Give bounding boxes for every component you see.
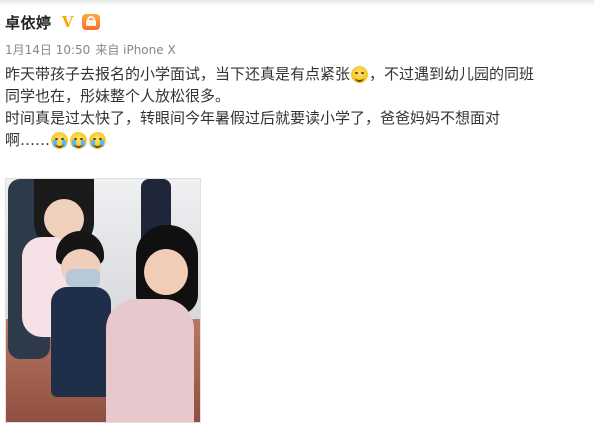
post-header: 卓依婷 V — [5, 9, 100, 35]
laugh-emoji-icon — [351, 65, 369, 83]
photo-girl-body — [106, 299, 194, 422]
photo-boy-body — [51, 287, 111, 397]
post-timestamp[interactable]: 1月14日 10:50 — [5, 41, 90, 58]
cry-emoji-icon — [89, 131, 107, 149]
post-line-2-a: 同学也在，彤妹整个人放松很多。 — [5, 87, 231, 105]
post-meta: 1月14日 10:50 来自 iPhone X — [5, 41, 176, 58]
post-line-3: 时间真是过太快了，转眼间今年暑假过后就要读小学了，爸爸妈妈不想面对 — [5, 107, 590, 129]
post-line-1-a: 昨天带孩子去报名的小学面试，当下还真是有点紧张 — [5, 65, 351, 83]
top-shadow — [0, 0, 594, 6]
post-line-1-b: ，不过遇到幼儿园的同班 — [369, 65, 535, 83]
post-photo[interactable] — [5, 178, 201, 423]
photo-boy-mask — [66, 269, 100, 287]
photo-girl-face — [144, 249, 188, 295]
verified-badge-icon: V — [61, 13, 74, 31]
author-name[interactable]: 卓依婷 — [5, 12, 52, 33]
post-line-4-a: 啊…… — [5, 131, 51, 149]
post-line-2: 同学也在，彤妹整个人放松很多。 — [5, 85, 590, 107]
post-line-4: 啊…… — [5, 129, 590, 151]
post-line-1: 昨天带孩子去报名的小学面试，当下还真是有点紧张 ，不过遇到幼儿园的同班 — [5, 63, 590, 85]
crown-level-icon[interactable] — [81, 14, 100, 30]
cry-emoji-icon — [51, 131, 69, 149]
post-body: 昨天带孩子去报名的小学面试，当下还真是有点紧张 ，不过遇到幼儿园的同班 同学也在… — [5, 63, 590, 151]
cry-emoji-icon — [70, 131, 88, 149]
post-source: 来自 iPhone X — [95, 43, 176, 57]
post-line-3-a: 时间真是过太快了，转眼间今年暑假过后就要读小学了，爸爸妈妈不想面对 — [5, 109, 501, 127]
